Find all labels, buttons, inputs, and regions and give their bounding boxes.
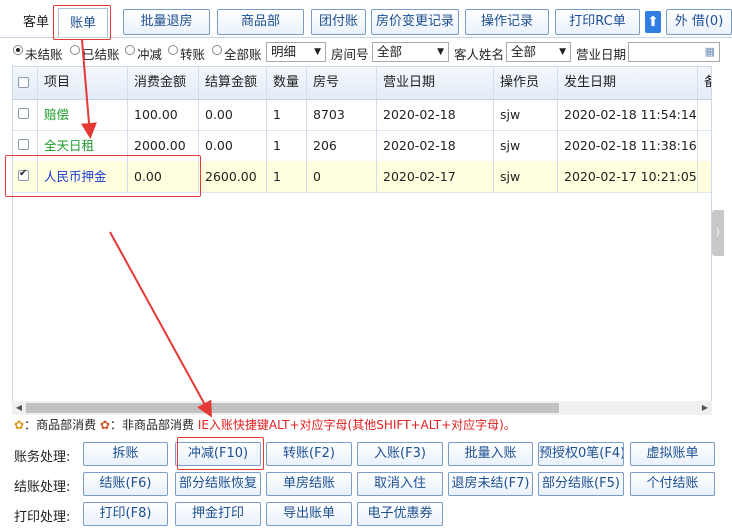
annotation-arrows: [81, 39, 212, 418]
annotation-arrow: [109, 231, 212, 418]
annotation-arrow: [81, 39, 97, 139]
